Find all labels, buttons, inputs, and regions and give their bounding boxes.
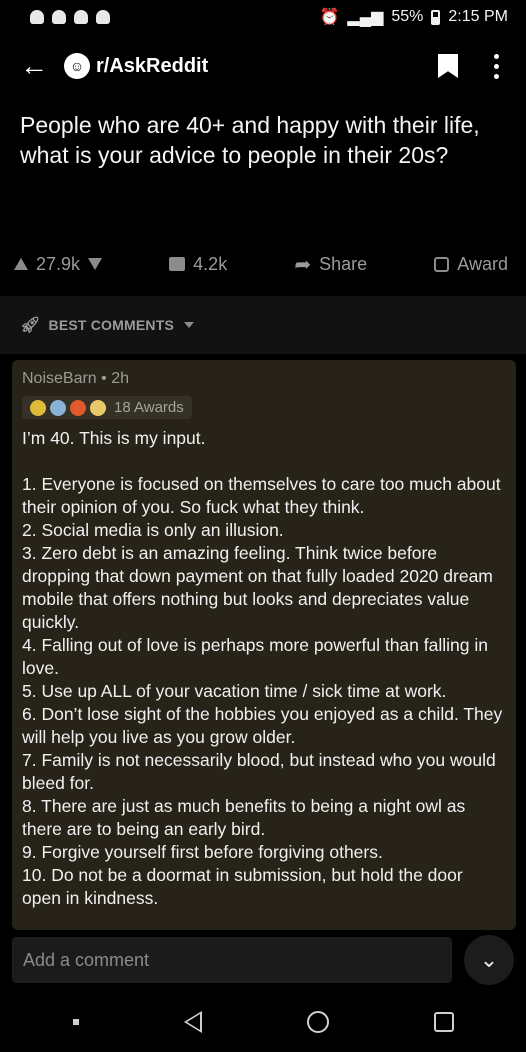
share-button[interactable]: ➦ Share	[294, 252, 367, 277]
comment[interactable]: NoiseBarn • 2h 18 Awards I’m 40. This is…	[12, 360, 516, 930]
comments-button[interactable]: 4.2k	[169, 254, 227, 275]
award-button[interactable]: Award	[434, 254, 508, 275]
upvote-icon[interactable]	[14, 258, 28, 270]
nav-recents-icon[interactable]	[433, 1012, 454, 1032]
sort-label: BEST COMMENTS	[48, 317, 175, 333]
award-badge-icon	[90, 399, 106, 416]
share-icon: ➦	[294, 253, 312, 276]
award-badge-icon	[30, 399, 46, 416]
comment-icon	[169, 257, 186, 271]
awards-count: 18 Awards	[114, 399, 184, 416]
system-icons: ⏰ ▂▄▆ 55% 2:15 PM	[320, 7, 509, 27]
award-icon	[434, 256, 450, 272]
notification-icons	[30, 10, 110, 24]
notification-icon	[96, 10, 110, 24]
signal-icon: ▂▄▆	[347, 9, 384, 26]
list-item: 1. Everyone is focused on themselves to …	[22, 474, 501, 517]
alarm-icon: ⏰	[319, 9, 340, 26]
subreddit-avatar[interactable]: ☺	[64, 53, 90, 79]
battery-icon	[431, 9, 441, 25]
back-arrow-icon[interactable]: ←	[20, 52, 56, 80]
list-item: 2. Social media is only an illusion.	[22, 520, 284, 540]
list-item: 7. Family is not necessarily blood, but …	[22, 750, 496, 793]
awards-row[interactable]: 18 Awards	[22, 396, 192, 419]
chevron-down-icon	[184, 322, 195, 328]
more-vertical-icon[interactable]	[494, 53, 500, 79]
nav-home-icon[interactable]	[306, 1011, 329, 1033]
list-item: 4. Falling out of love is perhaps more p…	[22, 635, 488, 678]
system-nav-bar	[0, 992, 526, 1052]
notification-icon	[74, 10, 88, 24]
status-bar: ⏰ ▂▄▆ 55% 2:15 PM	[0, 0, 526, 34]
rocket-icon: 🚀︎	[20, 317, 41, 334]
subreddit-name[interactable]: r/AskReddit	[96, 55, 438, 78]
award-badge-icon	[70, 399, 86, 416]
list-item: 6. Don’t lose sight of the hobbies you e…	[22, 704, 503, 747]
list-item: 8. There are just as much benefits to be…	[22, 796, 466, 839]
double-chevron-down-icon[interactable]: ⌄	[464, 935, 514, 985]
nav-options-icon[interactable]	[72, 1019, 79, 1025]
vote-group: 27.9k	[14, 253, 103, 275]
post-title: People who are 40+ and happy with their …	[20, 112, 480, 168]
comment-intro: I’m 40. This is my input.	[22, 428, 206, 448]
award-badge-icon	[50, 399, 66, 416]
app-header: ← ☺ r/AskReddit	[0, 40, 526, 92]
sort-comments-button[interactable]: 🚀︎ BEST COMMENTS	[0, 296, 526, 354]
nav-back-icon[interactable]	[183, 1011, 202, 1033]
add-comment-input[interactable]	[12, 937, 452, 983]
list-item: 10. Do not be a doormat in submission, b…	[22, 865, 463, 908]
downvote-icon[interactable]	[88, 258, 103, 270]
comment-bar: ⌄	[0, 930, 526, 990]
comment-body: 1. Everyone is focused on themselves to …	[22, 473, 506, 910]
post-actions: 27.9k 4.2k ➦ Share Award	[0, 244, 526, 284]
vote-count: 27.9k	[36, 253, 81, 274]
comment-author-meta[interactable]: NoiseBarn • 2h	[22, 370, 506, 388]
notification-icon	[30, 10, 44, 24]
award-label: Award	[457, 253, 508, 274]
list-item: 9. Forgive yourself first before forgivi…	[22, 842, 383, 862]
bookmark-icon[interactable]	[438, 54, 458, 78]
list-item: 3. Zero debt is an amazing feeling. Thin…	[22, 543, 493, 632]
comment-count: 4.2k	[193, 253, 228, 274]
share-label: Share	[319, 253, 368, 274]
notification-icon	[52, 10, 66, 24]
battery-percent: 55%	[391, 8, 424, 25]
list-item: 5. Use up ALL of your vacation time / si…	[22, 681, 447, 701]
clock: 2:15 PM	[448, 8, 508, 25]
